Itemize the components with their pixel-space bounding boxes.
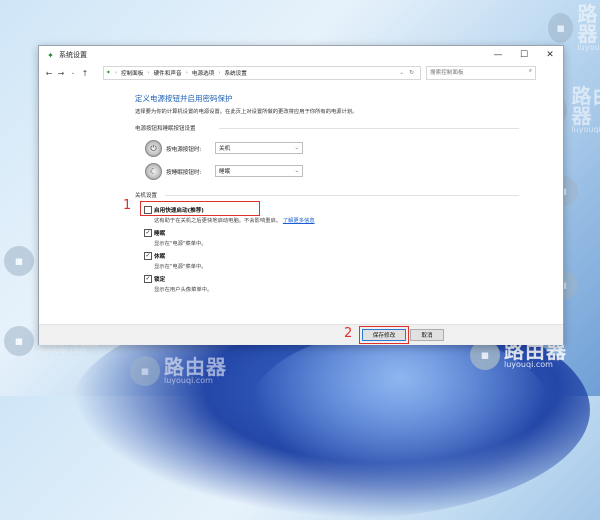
breadcrumb[interactable]: ✦ › 控制面板 › 硬件和声音 › 电源选项 › 系统设置 ⌄ ↻ [103, 66, 421, 80]
minimize-button[interactable]: — [485, 46, 511, 64]
section-buttons-heading: 电源按钮和睡眠按钮设置 [135, 126, 196, 132]
breadcrumb-item[interactable]: 电源选项 [192, 69, 214, 77]
search-icon[interactable]: ⌕ [529, 68, 532, 75]
router-icon: ▪ [130, 356, 160, 386]
router-icon: ▪ [4, 326, 34, 356]
power-button-value: 关机 [219, 146, 231, 152]
chevron-down-icon: ⌄ [294, 168, 299, 174]
breadcrumb-item[interactable]: 系统设置 [224, 69, 246, 77]
lock-checkbox[interactable]: ✓ [144, 275, 152, 283]
router-icon: ▪ [4, 246, 34, 276]
watermark: ▪ 路由器luyouqi.com [130, 356, 227, 386]
sleep-button-icon: ☾ [145, 163, 162, 180]
chevron-right-icon: › [114, 70, 117, 76]
cancel-button[interactable]: 取消 [410, 329, 444, 341]
page-title: 定义电源按钮并启用密码保护 [135, 94, 233, 103]
divider [165, 195, 519, 196]
back-arrow-icon[interactable]: ← [43, 69, 55, 78]
sleep-description: 显示在"电源"菜单中。 [154, 241, 207, 247]
search-box: ⌕ [426, 66, 536, 80]
power-button-icon: ⏻ [145, 140, 162, 157]
main-content: 定义电源按钮并启用密码保护 选择要为你的计算机设置的电源设置。在此页上对设置所做… [39, 82, 563, 324]
power-button-label: 按电源按钮时: [166, 147, 202, 153]
lock-description: 显示在用户头像菜单中。 [154, 287, 213, 293]
section-shutdown-heading: 关机设置 [135, 193, 158, 199]
learn-more-link[interactable]: 了解更多信息 [283, 218, 315, 224]
lock-label[interactable]: 锁定 [154, 275, 165, 283]
footer-bar: 保存修改 取消 2 [39, 324, 563, 345]
power-options-icon: ✦ [47, 50, 54, 60]
breadcrumb-item[interactable]: 控制面板 [121, 69, 143, 77]
close-button[interactable]: ✕ [537, 46, 563, 64]
refresh-icon[interactable]: ↻ [409, 70, 414, 76]
page-description: 选择要为你的计算机设置的电源设置。在此页上对设置所做的更改将应用于你所有的电源计… [135, 109, 358, 115]
forward-arrow-icon[interactable]: → [55, 69, 67, 78]
hibernate-checkbox[interactable]: ✓ [144, 252, 152, 260]
chevron-down-icon: ⌄ [294, 145, 299, 151]
router-icon: ▪ [548, 13, 574, 43]
fast-startup-description: 这有助于在关机之后更快地启动电脑。不会影响重启。 了解更多信息 [154, 218, 315, 224]
control-panel-icon: ✦ [106, 70, 111, 76]
chevron-down-icon[interactable]: ⌄ [67, 70, 79, 76]
power-button-select[interactable]: 关机 ⌄ [215, 142, 303, 154]
sleep-button-select[interactable]: 睡眠 ⌄ [215, 165, 303, 177]
dropdown-icon[interactable]: ⌄ [399, 70, 404, 76]
maximize-button[interactable]: ☐ [511, 46, 537, 64]
address-bar: ← → ⌄ ↑ ✦ › 控制面板 › 硬件和声音 › 电源选项 › 系统设置 ⌄… [39, 65, 563, 81]
search-input[interactable] [427, 67, 523, 78]
chevron-right-icon: › [147, 70, 150, 76]
divider [219, 128, 519, 129]
chevron-right-icon: › [185, 70, 188, 76]
sleep-label[interactable]: 睡眠 [154, 229, 165, 237]
window-title: 系统设置 [59, 51, 87, 59]
sleep-button-value: 睡眠 [219, 169, 231, 175]
breadcrumb-item[interactable]: 硬件和声音 [154, 69, 182, 77]
hibernate-description: 显示在"电源"菜单中。 [154, 264, 207, 270]
hibernate-label[interactable]: 休眠 [154, 252, 165, 260]
step-number: 2 [344, 326, 353, 341]
chevron-right-icon: › [218, 70, 221, 76]
system-settings-window: ✦ 系统设置 — ☐ ✕ ← → ⌄ ↑ ✦ › 控制面板 › 硬件和声音 › … [38, 45, 564, 345]
sleep-checkbox[interactable]: ✓ [144, 229, 152, 237]
up-arrow-icon[interactable]: ↑ [79, 69, 91, 78]
step-number: 1 [123, 198, 132, 213]
sleep-button-label: 按睡眠按钮时: [166, 170, 202, 176]
highlight-box [359, 326, 409, 344]
highlight-box [140, 201, 260, 216]
